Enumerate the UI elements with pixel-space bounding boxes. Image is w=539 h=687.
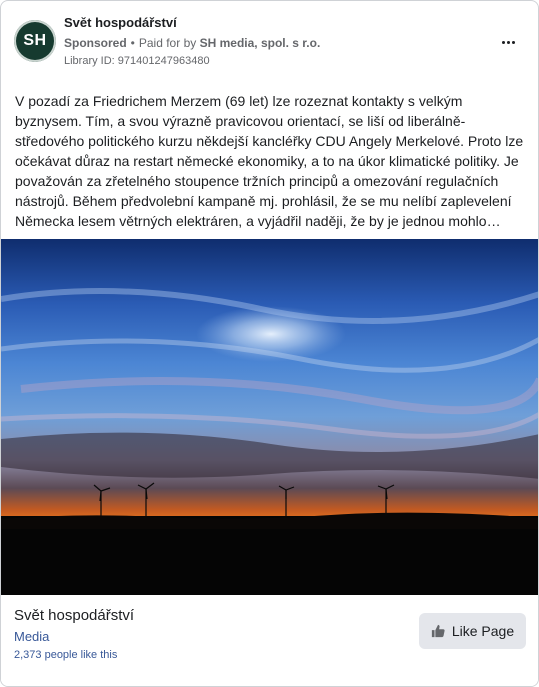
more-options-button[interactable] xyxy=(496,32,520,52)
sponsored-label: Sponsored xyxy=(64,36,127,50)
like-page-label: Like Page xyxy=(451,623,515,639)
sponsored-line: Sponsored • Paid for by SH media, spol. s … xyxy=(64,36,320,50)
post-header: SH Svět hospodářství Sponsored • Paid for … xyxy=(1,1,538,81)
more-dot-icon xyxy=(506,40,510,44)
sunset-wind-turbines-image[interactable] xyxy=(1,239,539,595)
payer-name[interactable]: SH media, spol. s r.o. xyxy=(200,36,321,50)
page-avatar[interactable]: SH xyxy=(14,20,56,62)
library-id: Library ID: 971401247963480 xyxy=(64,55,210,67)
page-likes-count[interactable]: 2,373 people like this xyxy=(14,649,117,661)
ad-body-text: V pozadí za Friedrichem Merzem (69 let) … xyxy=(15,93,524,229)
ad-card: SH Svět hospodářství Sponsored • Paid for … xyxy=(0,0,539,687)
more-dot-icon xyxy=(511,40,515,44)
page-footer: Svět hospodářství Media 2,373 people lik… xyxy=(1,595,538,686)
like-page-button[interactable]: Like Page xyxy=(419,613,526,649)
page-category[interactable]: Media xyxy=(14,629,49,644)
more-dot-icon xyxy=(501,40,505,44)
meta-separator: • xyxy=(130,36,135,50)
paid-for-prefix: Paid for by xyxy=(138,36,197,50)
page-name-link[interactable]: Svět hospodářství xyxy=(64,15,177,30)
footer-page-name[interactable]: Svět hospodářství xyxy=(14,607,134,624)
thumbs-up-icon xyxy=(431,624,445,638)
avatar-initials: SH xyxy=(23,32,47,49)
